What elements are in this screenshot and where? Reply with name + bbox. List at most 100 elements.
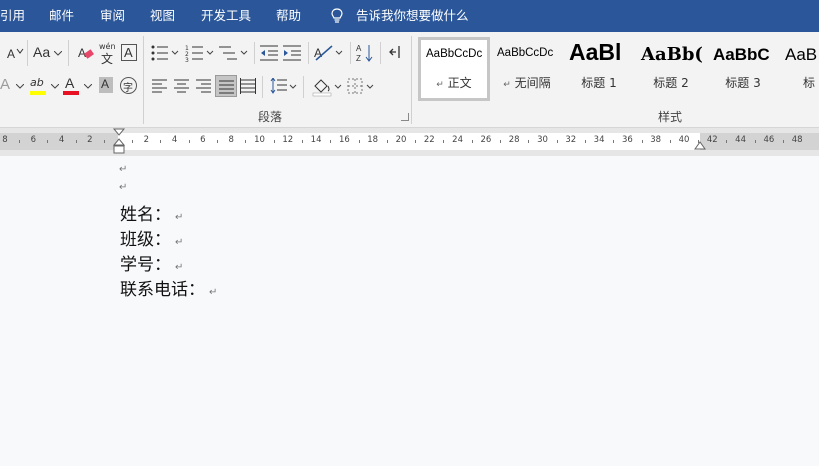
numbering-button[interactable]: 1 2 3: [185, 44, 215, 62]
style-name: 标题 2: [653, 76, 689, 90]
svg-text:3: 3: [185, 57, 189, 62]
multilevel-list-button[interactable]: [219, 44, 249, 62]
ruler-number: 40: [678, 135, 690, 145]
ruler-tick: [103, 140, 105, 143]
style-name: ↵ 正文: [436, 76, 472, 90]
tab-help[interactable]: 帮助: [276, 0, 301, 32]
style-heading-2[interactable]: AaBb( 标题 2: [635, 37, 707, 101]
show-formatting-marks-button[interactable]: [388, 44, 404, 62]
right-indent-marker-icon[interactable]: [693, 138, 707, 152]
tell-me-text: 告诉我你想要做什么: [356, 8, 469, 23]
style-sample: AaB: [785, 45, 818, 64]
paragraph-mark: ↵: [175, 237, 184, 248]
align-center-button[interactable]: [174, 78, 190, 94]
ruler-tick: [783, 140, 785, 143]
distributed-button[interactable]: [240, 78, 256, 94]
highlight-color-swatch: [30, 91, 46, 95]
paragraph-mark: ↵: [119, 182, 128, 193]
justify-button[interactable]: [215, 75, 237, 97]
ruler-number: 38: [650, 135, 662, 145]
ruler-tick: [726, 140, 728, 143]
ruler-tick: [217, 140, 219, 143]
document-page[interactable]: ↵ ↵ 姓名： ↵ 班级： ↵ 学号： ↵ 联系电话： ↵: [0, 156, 819, 466]
character-border-button[interactable]: A: [121, 44, 137, 61]
ruler-tick: [188, 140, 190, 143]
ruler-tick: [471, 140, 473, 143]
ruler-number: 2: [87, 135, 93, 145]
tab-mailings[interactable]: 邮件: [49, 0, 74, 32]
horizontal-ruler[interactable]: 8 6 4 2 2 4 6 8 10 12 14 16 18 20 22 24 26 28 30 32 34 36 38 40…: [0, 128, 819, 156]
styles-gallery: AaBbCcDc ↵ 正文 AaBbCcDc ↵ 无间隔 AaBl 标题 1 A…: [415, 37, 819, 101]
chevron-down-icon: [84, 84, 92, 89]
style-heading-4[interactable]: AaB 标: [779, 37, 819, 101]
font-color-swatch: [63, 91, 79, 95]
style-heading-1[interactable]: AaBl 标题 1: [563, 37, 635, 101]
tab-review[interactable]: 审阅: [100, 0, 125, 32]
enclose-characters-button[interactable]: 字: [120, 77, 137, 94]
indent-markers-icon[interactable]: [112, 128, 126, 156]
ruler-number: 4: [58, 135, 65, 145]
highlight-color-button[interactable]: ab: [30, 76, 60, 98]
text-effects-button[interactable]: A: [0, 76, 26, 96]
ruler-tick: [754, 140, 756, 143]
justify-icon: [219, 80, 234, 94]
tab-developer[interactable]: 开发工具: [201, 0, 251, 32]
style-sample: AaBb(: [641, 44, 703, 65]
ruler-number: 18: [367, 135, 379, 145]
decrease-indent-button[interactable]: [260, 44, 280, 62]
sort-button[interactable]: A Z: [356, 43, 374, 63]
chevron-down-icon: [51, 84, 59, 89]
line-spacing-button[interactable]: [270, 78, 298, 96]
lightbulb-icon: [331, 8, 343, 23]
character-border-label: A: [124, 45, 133, 60]
ruler-number: 32: [565, 135, 577, 145]
ruler-tick: [415, 140, 417, 143]
ruler-number: 2: [143, 135, 149, 145]
line-text: 班级：: [120, 230, 171, 250]
font-color-button[interactable]: A: [63, 75, 93, 98]
align-left-button[interactable]: [152, 78, 168, 94]
ruler-tick: [75, 140, 77, 143]
align-right-button[interactable]: [196, 78, 212, 94]
ruler-tick: [301, 140, 303, 143]
ruler-tick: [330, 140, 332, 143]
phonetic-guide-button[interactable]: wén 文: [99, 42, 117, 66]
style-name: 标题 3: [725, 76, 761, 90]
ruler-number: 24: [452, 135, 463, 145]
ruler-tick: [386, 140, 388, 143]
tab-references[interactable]: 引用: [0, 0, 25, 32]
ruler-tick: [641, 140, 643, 143]
bullets-button[interactable]: [150, 44, 180, 62]
ruler-number: 6: [30, 135, 36, 145]
tab-view[interactable]: 视图: [150, 0, 175, 32]
ruler-number: 22: [423, 135, 435, 145]
ruler-number: 14: [310, 135, 322, 145]
paragraph-group-label: 段落: [258, 110, 283, 124]
style-normal[interactable]: AaBbCcDc ↵ 正文: [418, 37, 490, 101]
style-heading-3[interactable]: AaBbC 标题 3: [707, 37, 779, 101]
style-name: 标: [802, 76, 815, 90]
increase-indent-button[interactable]: [283, 44, 303, 62]
chinese-layout-button[interactable]: A: [314, 44, 344, 62]
shading-button[interactable]: [312, 77, 344, 97]
style-sample: AaBbCcDc: [426, 48, 483, 60]
line-text: 学号：: [120, 255, 171, 275]
character-shading-button[interactable]: A: [99, 77, 113, 93]
paragraph-dialog-launcher-icon[interactable]: [401, 113, 409, 121]
ruler-tick: [132, 140, 134, 143]
ruler-tick: [273, 140, 275, 143]
ruler-number: 20: [395, 135, 407, 145]
text-effects-label: A: [0, 76, 11, 93]
clear-formatting-icon[interactable]: A: [77, 44, 95, 62]
chevron-down-icon: [16, 84, 24, 89]
change-case-button[interactable]: Aa: [33, 44, 63, 62]
ruler-tick: [245, 140, 247, 143]
document-line-student-id: 学号： ↵: [120, 250, 183, 275]
line-text: 姓名：: [120, 205, 171, 225]
font-color-icon: A: [65, 75, 75, 91]
shrink-font-button[interactable]: A: [3, 45, 25, 61]
style-no-spacing[interactable]: AaBbCcDc ↵ 无间隔: [491, 37, 563, 101]
borders-button[interactable]: [346, 77, 378, 97]
ruler-number: 10: [254, 135, 265, 145]
ruler-tick: [669, 140, 671, 143]
